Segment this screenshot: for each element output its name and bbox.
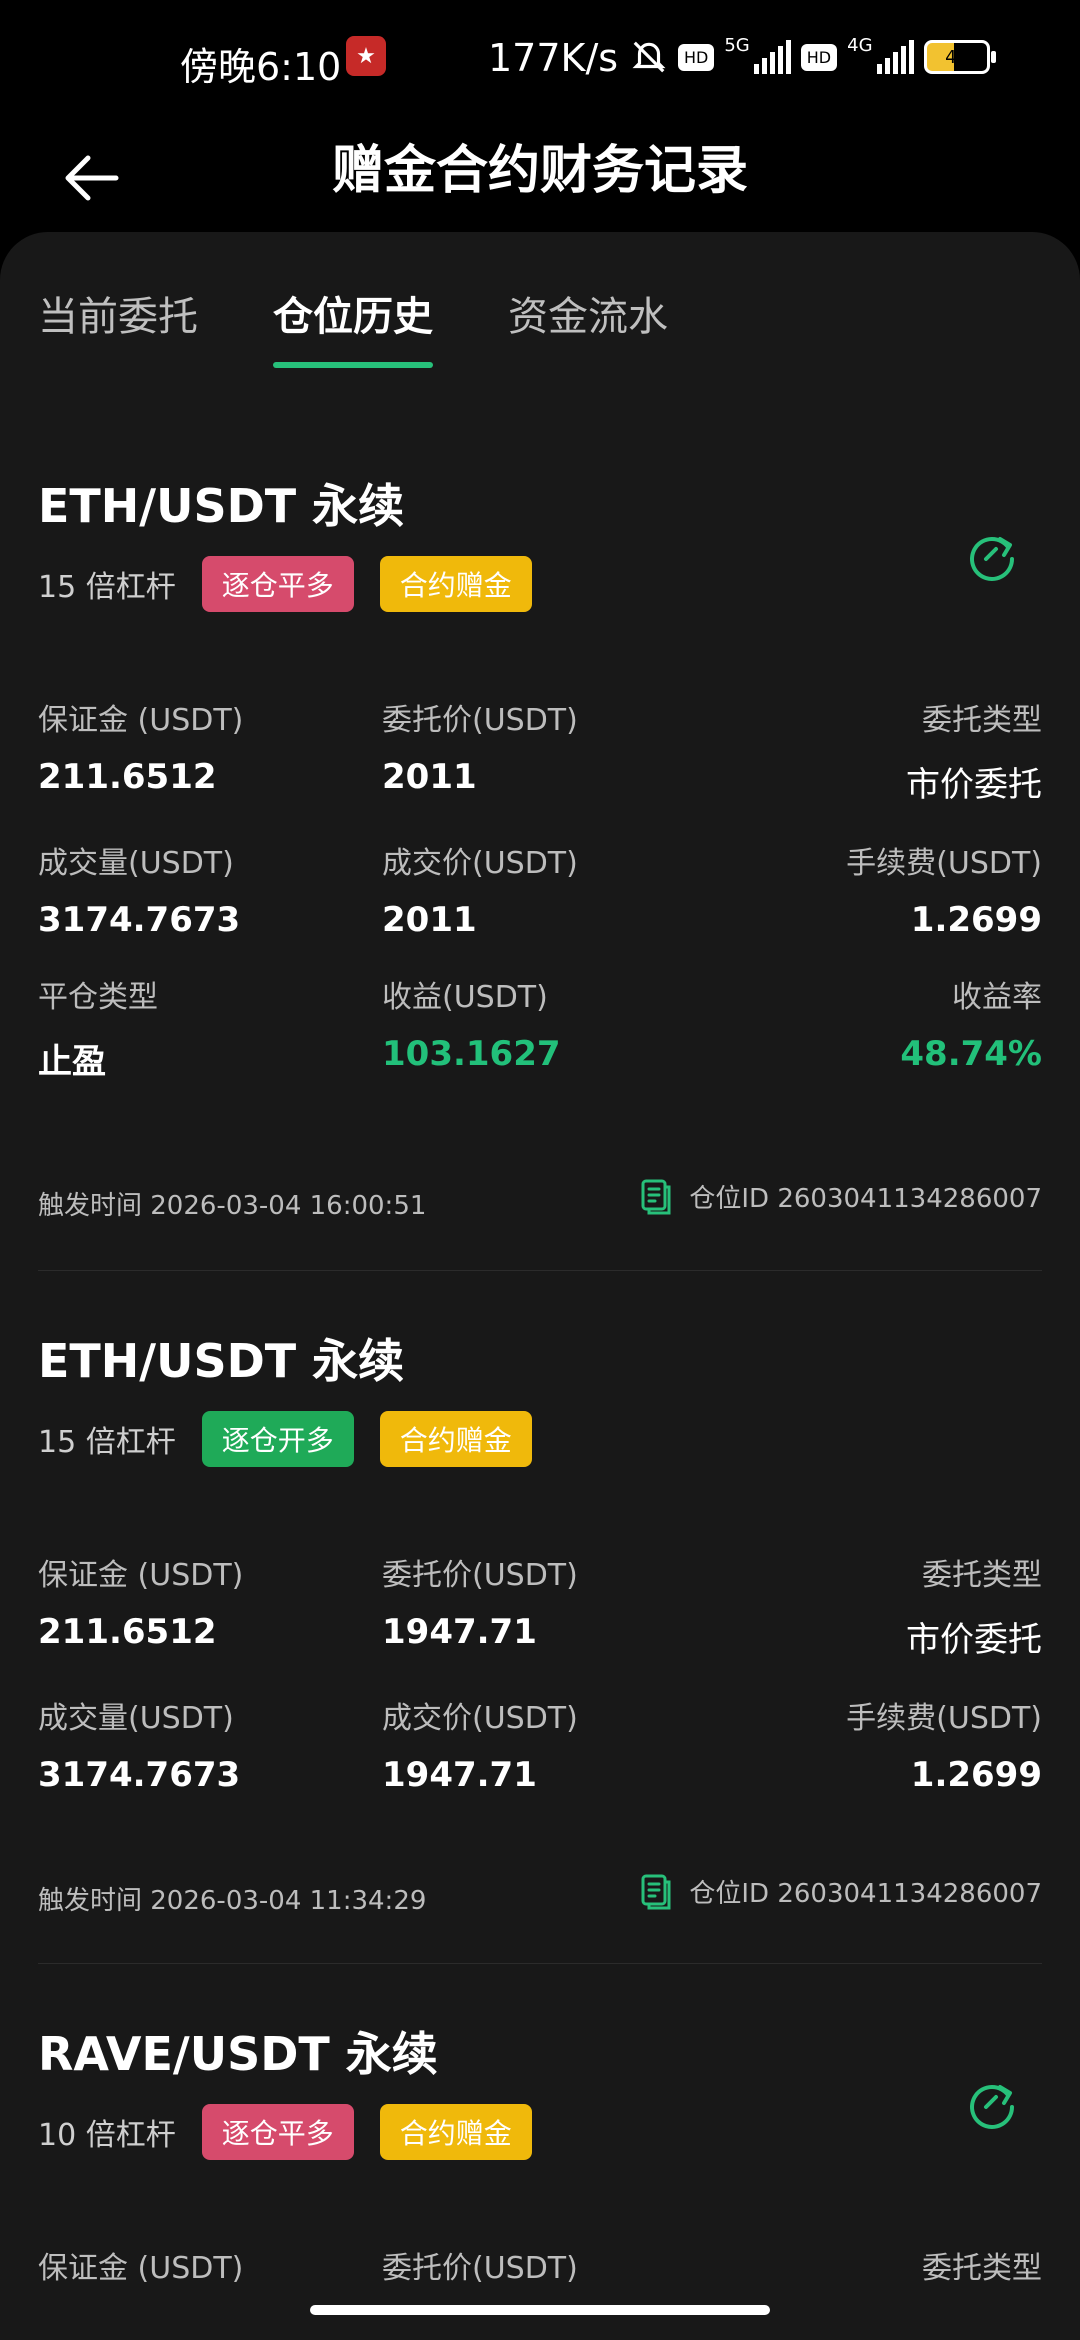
- field-value: 211.6512: [38, 757, 217, 797]
- battery-level: 45: [945, 46, 968, 68]
- action-badge: 逐仓平多: [201, 556, 354, 612]
- field-value: 3174.7673: [38, 900, 241, 940]
- status-bar: 傍晚6:10 ★ 177K/s HD 5G HD 4G 45: [0, 0, 1080, 118]
- record-badges: 10 倍杠杆 逐仓平多 合约赠金: [38, 2104, 1042, 2160]
- tab-current-orders[interactable]: 当前委托: [38, 272, 198, 362]
- field-value: 市价委托: [906, 1620, 1042, 1660]
- profit-value: 103.1627: [382, 1034, 561, 1074]
- field-value: 3174.7673: [38, 1755, 241, 1795]
- field-label: 手续费(USDT): [846, 1701, 1042, 1736]
- type-badge: 合约赠金: [379, 556, 532, 612]
- record-symbol: RAVE/USDT 永续: [38, 2027, 438, 2081]
- page-title: 赠金合约财务记录: [331, 141, 748, 201]
- field-label: 保证金 (USDT): [38, 2251, 244, 2286]
- battery-icon: 45: [923, 40, 996, 74]
- tab-position-history[interactable]: 仓位历史: [273, 272, 433, 368]
- field-value: 2011: [382, 757, 477, 797]
- field-label: 收益(USDT): [382, 980, 548, 1015]
- status-icons: HD 5G HD 4G 45: [630, 32, 996, 82]
- signal-4g-icon: [876, 40, 914, 74]
- field-value: 1.2699: [910, 1755, 1042, 1795]
- copy-icon[interactable]: [635, 1175, 677, 1217]
- field-label: 收益率: [952, 980, 1042, 1015]
- record-fields: 保证金 (USDT) 211.6512 委托价(USDT) 1947.71 委托类型…: [38, 1550, 1042, 1827]
- share-icon[interactable]: [962, 2073, 1022, 2133]
- network-4g-label: 4G: [847, 34, 873, 56]
- profit-rate-value: 48.74%: [900, 1034, 1042, 1074]
- record-symbol: ETH/USDT 永续: [38, 1334, 405, 1388]
- share-icon[interactable]: [962, 525, 1022, 585]
- divider: [38, 1963, 1042, 1964]
- tab-bar: 当前委托 仓位历史 资金流水: [38, 272, 668, 368]
- hd-icon-2: HD: [800, 43, 838, 71]
- copy-icon[interactable]: [635, 1870, 677, 1912]
- trigger-time: 触发时间 2026-03-04 11:34:29: [38, 1886, 427, 1916]
- field-label: 保证金 (USDT): [38, 1558, 244, 1593]
- muted-bell-icon: [632, 41, 666, 73]
- action-badge: 逐仓平多: [201, 2104, 354, 2160]
- field-label: 平仓类型: [38, 980, 158, 1015]
- record-badges: 15 倍杠杆 逐仓平多 合约赠金: [38, 556, 1042, 612]
- field-label: 委托价(USDT): [382, 703, 578, 738]
- field-value: 1947.71: [382, 1612, 537, 1652]
- field-label: 委托价(USDT): [382, 2251, 578, 2286]
- leverage-label: 15 倍杠杆: [38, 570, 176, 605]
- field-value: 1947.71: [382, 1755, 537, 1795]
- status-time: 傍晚6:10: [180, 45, 342, 89]
- field-label: 委托类型: [922, 1558, 1042, 1593]
- type-badge: 合约赠金: [379, 2104, 532, 2160]
- type-badge: 合约赠金: [379, 1411, 532, 1467]
- network-speed: 177K/s: [488, 36, 619, 80]
- field-label: 委托类型: [922, 703, 1042, 738]
- position-id[interactable]: 仓位ID 2603041134286007: [635, 1870, 1042, 1912]
- leverage-label: 15 倍杠杆: [38, 1425, 176, 1460]
- divider: [38, 1270, 1042, 1271]
- network-5g-label: 5G: [724, 34, 750, 56]
- position-id[interactable]: 仓位ID 2603041134286007: [635, 1175, 1042, 1217]
- record-card[interactable]: RAVE/USDT 永续 10 倍杠杆 逐仓平多 合约赠金 保证金 (USDT)…: [38, 2018, 1042, 2286]
- field-value: 市价委托: [906, 765, 1042, 805]
- record-badges: 15 倍杠杆 逐仓开多 合约赠金: [38, 1411, 1042, 1467]
- field-label: 保证金 (USDT): [38, 703, 244, 738]
- home-indicator[interactable]: [310, 2305, 770, 2315]
- record-card[interactable]: ETH/USDT 永续 15 倍杠杆 逐仓平多 合约赠金 保证金 (USDT) 2…: [38, 470, 1042, 1221]
- notification-app-icon: ★: [346, 36, 386, 76]
- record-card[interactable]: ETH/USDT 永续 15 倍杠杆 逐仓开多 合约赠金 保证金 (USDT) 2…: [38, 1325, 1042, 1916]
- action-badge: 逐仓开多: [201, 1411, 354, 1467]
- field-label: 成交价(USDT): [382, 846, 578, 881]
- position-id-text: 仓位ID 2603041134286007: [689, 1878, 1042, 1909]
- field-label: 委托类型: [922, 2251, 1042, 2286]
- record-symbol: ETH/USDT 永续: [38, 479, 405, 533]
- trigger-time: 触发时间 2026-03-04 16:00:51: [38, 1191, 427, 1221]
- hd-icon: HD: [678, 43, 715, 71]
- field-value: 1.2699: [910, 900, 1042, 940]
- field-value: 2011: [382, 900, 477, 940]
- field-value: 211.6512: [38, 1612, 217, 1652]
- position-id-text: 仓位ID 2603041134286007: [689, 1183, 1042, 1214]
- field-label: 成交量(USDT): [38, 846, 234, 881]
- leverage-label: 10 倍杠杆: [38, 2118, 176, 2153]
- record-fields: 保证金 (USDT) 211.6512 委托价(USDT) 2011 委托类型市价委…: [38, 695, 1042, 1115]
- tab-fund-flow[interactable]: 资金流水: [508, 272, 668, 362]
- field-label: 成交量(USDT): [38, 1701, 234, 1736]
- signal-5g-icon: [753, 40, 791, 74]
- field-value: 止盈: [38, 1042, 106, 1082]
- field-label: 成交价(USDT): [382, 1701, 578, 1736]
- field-label: 手续费(USDT): [846, 846, 1042, 881]
- field-label: 委托价(USDT): [382, 1558, 578, 1593]
